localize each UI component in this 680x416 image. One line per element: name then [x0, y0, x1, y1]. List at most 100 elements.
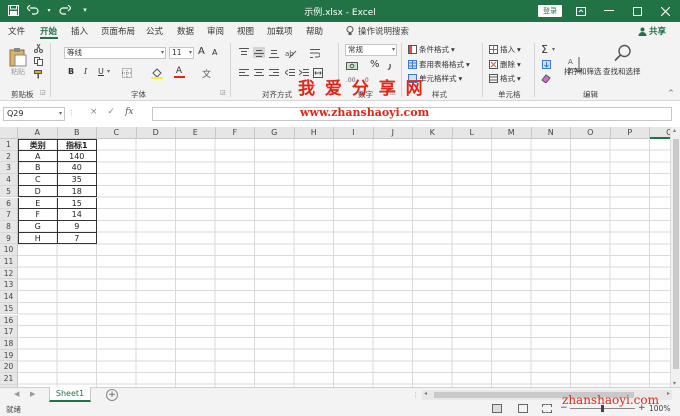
scroll-left-icon[interactable]: ◂: [424, 390, 427, 397]
clear-icon[interactable]: [541, 73, 551, 84]
number-format-combo[interactable]: 常规 ▾: [345, 44, 397, 56]
row-header[interactable]: 12: [0, 267, 18, 280]
row-header[interactable]: 9: [0, 232, 18, 245]
insert-cells-button[interactable]: 插入 ▾: [489, 44, 521, 55]
data-cell[interactable]: F: [18, 209, 58, 221]
column-header[interactable]: P: [610, 127, 650, 139]
delete-cells-button[interactable]: 删除 ▾: [489, 59, 521, 70]
tab-split-grip-icon[interactable]: ⋮: [412, 391, 419, 399]
row-header[interactable]: 2: [0, 150, 18, 163]
data-cell[interactable]: 7: [57, 232, 97, 245]
vertical-scroll-thumb[interactable]: [673, 139, 679, 369]
row-header[interactable]: 1: [0, 139, 18, 151]
format-cells-button[interactable]: 格式 ▾: [489, 73, 521, 84]
column-header[interactable]: N: [531, 127, 571, 139]
ribbon-display-options-icon[interactable]: [572, 2, 590, 20]
data-cell[interactable]: H: [18, 232, 58, 245]
customize-qat-icon[interactable]: ▾: [78, 3, 92, 17]
undo-dropdown-icon[interactable]: ▾: [46, 3, 52, 17]
cut-icon[interactable]: [33, 43, 43, 53]
column-header[interactable]: C: [97, 127, 137, 139]
data-cell[interactable]: G: [18, 220, 58, 233]
font-launcher-icon[interactable]: ◲: [220, 89, 226, 96]
header-cell[interactable]: 类别: [18, 139, 58, 151]
row-header[interactable]: 11: [0, 256, 18, 268]
tab-home[interactable]: 开始: [40, 25, 57, 37]
vertical-scrollbar[interactable]: ▴ ▾: [670, 127, 680, 387]
format-as-table-button[interactable]: 套用表格格式 ▾: [408, 59, 470, 70]
sheet-tab-sheet1[interactable]: Sheet1: [49, 387, 91, 402]
align-left-icon[interactable]: [238, 67, 250, 78]
cancel-formula-button[interactable]: ×: [90, 107, 98, 117]
row-header[interactable]: 3: [0, 162, 18, 175]
column-header[interactable]: J: [373, 127, 413, 139]
comma-style-icon[interactable]: [385, 60, 395, 71]
column-header[interactable]: H: [294, 127, 334, 139]
name-box[interactable]: Q29 ▾: [3, 107, 65, 121]
column-header[interactable]: F: [215, 127, 255, 139]
select-all-corner[interactable]: [0, 127, 18, 139]
format-painter-icon[interactable]: [33, 69, 43, 79]
tab-add-ins[interactable]: 加载项: [267, 25, 293, 37]
previous-sheet-icon[interactable]: ◀: [14, 390, 19, 398]
row-header[interactable]: 17: [0, 326, 18, 338]
page-break-view-icon[interactable]: [542, 404, 552, 413]
italic-button[interactable]: I: [84, 67, 87, 76]
grow-font-button[interactable]: A: [198, 46, 205, 57]
align-right-icon[interactable]: [268, 67, 280, 78]
row-header[interactable]: 20: [0, 361, 18, 373]
row-header[interactable]: 6: [0, 197, 18, 210]
data-cell[interactable]: D: [18, 185, 58, 198]
sort-filter-button[interactable]: AZ: [566, 45, 588, 85]
borders-icon[interactable]: [121, 67, 133, 78]
column-header[interactable]: I: [334, 127, 374, 139]
conditional-formatting-button[interactable]: 条件格式 ▾: [408, 44, 455, 55]
row-header[interactable]: 18: [0, 337, 18, 350]
normal-view-icon[interactable]: [492, 404, 502, 413]
tab-help[interactable]: 帮助: [306, 25, 323, 37]
font-name-combo[interactable]: 等线 ▾: [64, 47, 166, 59]
clipboard-launcher-icon[interactable]: ◲: [40, 89, 46, 96]
column-header[interactable]: M: [492, 127, 532, 139]
tab-review[interactable]: 审阅: [207, 25, 224, 37]
scroll-right-icon[interactable]: ▸: [667, 390, 670, 397]
autosum-dropdown-icon[interactable]: ▾: [552, 46, 555, 53]
maximize-icon[interactable]: [628, 2, 646, 20]
cell-area[interactable]: 类别 指标1 A 140 B 40 C 35 D 18 E 15 F 14 G 9 H 7: [18, 139, 670, 387]
tab-formulas[interactable]: 公式: [146, 25, 163, 37]
paste-button[interactable]: 粘贴: [6, 43, 30, 81]
column-header[interactable]: K: [413, 127, 453, 139]
bold-button[interactable]: B: [68, 67, 74, 76]
bottom-align-icon[interactable]: [268, 47, 280, 58]
row-header[interactable]: 10: [0, 244, 18, 256]
data-cell[interactable]: 140: [57, 150, 97, 163]
phonetic-guide-icon[interactable]: 文: [200, 66, 216, 79]
close-icon[interactable]: [656, 2, 674, 20]
collapse-ribbon-icon[interactable]: ^: [668, 89, 674, 97]
underline-button[interactable]: U: [98, 67, 104, 76]
tab-page-layout[interactable]: 页面布局: [101, 25, 135, 37]
tell-me-search[interactable]: 操作说明搜索: [346, 25, 409, 37]
data-cell[interactable]: C: [18, 174, 58, 186]
middle-align-icon[interactable]: [253, 47, 265, 58]
data-cell[interactable]: 14: [57, 209, 97, 221]
top-align-icon[interactable]: [238, 47, 250, 58]
minimize-icon[interactable]: [600, 2, 618, 20]
row-header[interactable]: 19: [0, 349, 18, 362]
align-center-icon[interactable]: [253, 67, 265, 78]
column-header[interactable]: L: [452, 127, 492, 139]
accounting-format-icon[interactable]: [345, 60, 359, 71]
row-header[interactable]: 21: [0, 373, 18, 385]
row-header[interactable]: 4: [0, 174, 18, 186]
redo-icon[interactable]: [58, 3, 72, 17]
column-header[interactable]: B: [57, 127, 97, 139]
add-sheet-button[interactable]: +: [106, 389, 118, 401]
data-cell[interactable]: 15: [57, 197, 97, 210]
scroll-down-icon[interactable]: ▾: [673, 380, 676, 387]
undo-icon[interactable]: [26, 3, 40, 17]
row-header[interactable]: 14: [0, 291, 18, 303]
copy-icon[interactable]: [33, 56, 43, 66]
save-icon[interactable]: [6, 3, 20, 17]
share-button[interactable]: 共享: [638, 25, 666, 37]
orientation-icon[interactable]: ab: [284, 47, 298, 58]
